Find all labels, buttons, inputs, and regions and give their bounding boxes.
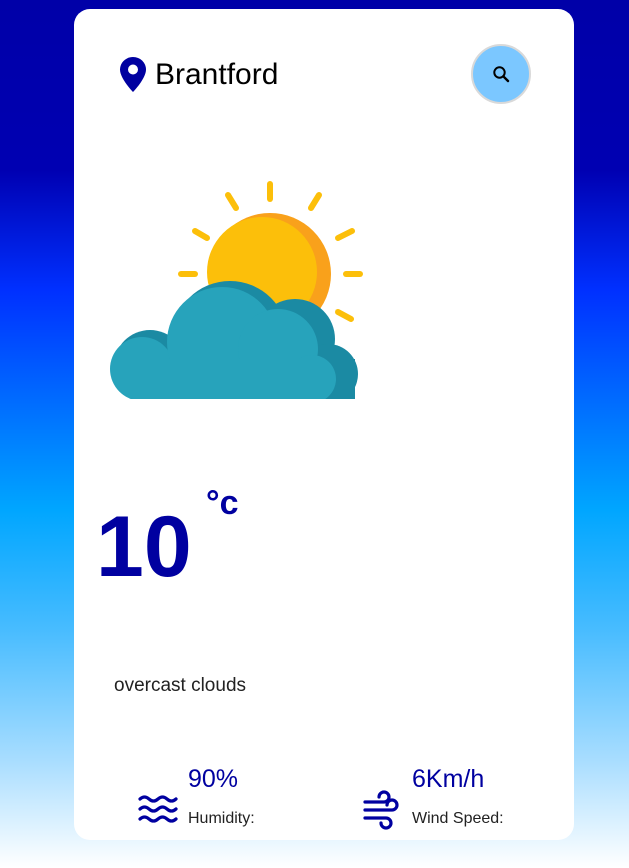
wind-speed-value: 6Km/h	[412, 765, 485, 793]
water-waves-icon	[138, 795, 178, 823]
wind-stat: 6Km/h Wind Speed:	[362, 756, 504, 830]
temperature-unit: °c	[206, 484, 239, 522]
weather-card: Brantford 10 °c overcast clouds 90% Humi…	[74, 9, 574, 840]
map-pin-icon	[120, 57, 146, 92]
weather-description: overcast clouds	[114, 675, 247, 696]
wind-speed-label: Wind Speed:	[412, 810, 504, 827]
city-name: Brantford	[155, 57, 279, 91]
wind-icon	[363, 790, 399, 830]
temperature-value: 10	[96, 499, 192, 595]
humidity-stat: 90% Humidity:	[138, 756, 255, 830]
humidity-value: 90%	[188, 765, 239, 793]
location-header: Brantford	[119, 56, 278, 93]
search-button[interactable]	[471, 44, 531, 104]
sun-behind-cloud-icon	[110, 181, 363, 399]
search-icon	[493, 66, 510, 83]
humidity-label: Humidity:	[188, 810, 255, 827]
